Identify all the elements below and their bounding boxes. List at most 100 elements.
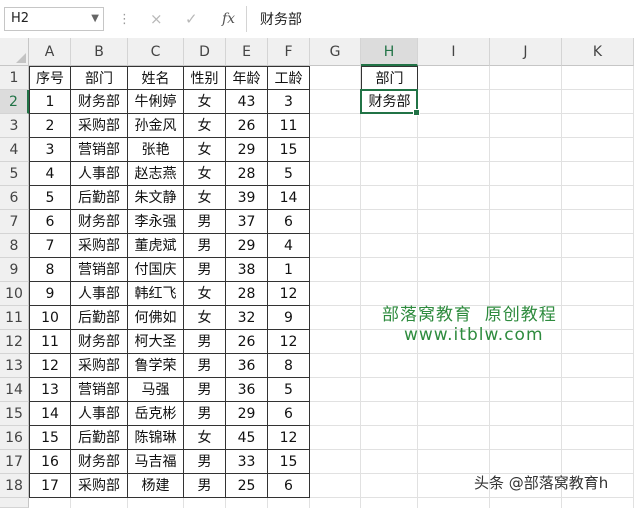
row-header-15[interactable]: 15 (0, 402, 29, 426)
table-cell[interactable]: 营销部 (71, 258, 128, 282)
table-cell[interactable]: 董虎斌 (128, 234, 184, 258)
column-header-f[interactable]: F (268, 38, 310, 66)
name-box[interactable]: H2 ▼ (4, 7, 104, 31)
table-cell[interactable]: 15 (268, 138, 310, 162)
table-header-cell[interactable]: 姓名 (128, 66, 184, 90)
table-cell[interactable]: 11 (268, 114, 310, 138)
table-cell[interactable]: 7 (29, 234, 71, 258)
table-cell[interactable]: 11 (29, 330, 71, 354)
table-cell[interactable]: 12 (268, 426, 310, 450)
table-cell[interactable]: 女 (184, 282, 226, 306)
table-cell[interactable]: 鲁学荣 (128, 354, 184, 378)
criteria-header-cell[interactable]: 部门 (361, 66, 418, 90)
table-cell[interactable]: 9 (268, 306, 310, 330)
table-cell[interactable]: 采购部 (71, 354, 128, 378)
table-cell[interactable]: 何佛如 (128, 306, 184, 330)
table-cell[interactable]: 后勤部 (71, 426, 128, 450)
table-cell[interactable]: 营销部 (71, 378, 128, 402)
table-cell[interactable]: 马吉福 (128, 450, 184, 474)
table-cell[interactable]: 12 (29, 354, 71, 378)
row-header-18[interactable]: 18 (0, 474, 29, 498)
table-cell[interactable]: 人事部 (71, 162, 128, 186)
table-cell[interactable]: 36 (226, 378, 268, 402)
table-cell[interactable]: 采购部 (71, 474, 128, 498)
row-header-14[interactable]: 14 (0, 378, 29, 402)
table-cell[interactable]: 13 (29, 378, 71, 402)
table-cell[interactable]: 28 (226, 282, 268, 306)
table-cell[interactable]: 采购部 (71, 114, 128, 138)
table-cell[interactable]: 8 (29, 258, 71, 282)
row-header-2[interactable]: 2 (0, 90, 29, 114)
row-header-3[interactable]: 3 (0, 114, 29, 138)
table-cell[interactable]: 女 (184, 114, 226, 138)
table-cell[interactable]: 牛俐婷 (128, 90, 184, 114)
column-header-d[interactable]: D (184, 38, 226, 66)
table-cell[interactable]: 15 (268, 450, 310, 474)
enter-icon[interactable]: ✓ (185, 10, 198, 28)
table-cell[interactable]: 女 (184, 162, 226, 186)
table-cell[interactable]: 12 (268, 282, 310, 306)
table-cell[interactable]: 陈锦琳 (128, 426, 184, 450)
row-header-13[interactable]: 13 (0, 354, 29, 378)
table-cell[interactable]: 男 (184, 330, 226, 354)
column-header-j[interactable]: J (490, 38, 562, 66)
table-cell[interactable]: 33 (226, 450, 268, 474)
table-cell[interactable]: 人事部 (71, 402, 128, 426)
table-cell[interactable]: 9 (29, 282, 71, 306)
table-cell[interactable]: 4 (29, 162, 71, 186)
row-header-6[interactable]: 6 (0, 186, 29, 210)
table-cell[interactable]: 1 (268, 258, 310, 282)
table-cell[interactable]: 3 (268, 90, 310, 114)
fill-handle[interactable] (413, 109, 420, 116)
table-cell[interactable]: 14 (29, 402, 71, 426)
column-header-h[interactable]: H (361, 38, 418, 66)
table-cell[interactable]: 韩红飞 (128, 282, 184, 306)
select-all-corner[interactable] (0, 38, 29, 66)
table-cell[interactable]: 柯大圣 (128, 330, 184, 354)
row-header-5[interactable]: 5 (0, 162, 29, 186)
table-cell[interactable]: 后勤部 (71, 186, 128, 210)
table-cell[interactable]: 39 (226, 186, 268, 210)
table-cell[interactable]: 5 (268, 162, 310, 186)
table-cell[interactable]: 岳克彬 (128, 402, 184, 426)
row-header-9[interactable]: 9 (0, 258, 29, 282)
table-cell[interactable]: 16 (29, 450, 71, 474)
table-cell[interactable]: 采购部 (71, 234, 128, 258)
table-cell[interactable]: 10 (29, 306, 71, 330)
column-header-b[interactable]: B (71, 38, 128, 66)
cancel-icon[interactable]: × (150, 10, 163, 28)
formula-input[interactable]: 财务部 (260, 9, 302, 29)
table-cell[interactable]: 6 (268, 210, 310, 234)
table-cell[interactable]: 女 (184, 138, 226, 162)
table-cell[interactable]: 张艳 (128, 138, 184, 162)
table-cell[interactable]: 2 (29, 114, 71, 138)
table-cell[interactable]: 女 (184, 186, 226, 210)
table-header-cell[interactable]: 工龄 (268, 66, 310, 90)
table-cell[interactable]: 4 (268, 234, 310, 258)
table-cell[interactable]: 女 (184, 426, 226, 450)
table-cell[interactable]: 29 (226, 138, 268, 162)
table-cell[interactable]: 人事部 (71, 282, 128, 306)
table-cell[interactable]: 29 (226, 402, 268, 426)
table-cell[interactable]: 36 (226, 354, 268, 378)
table-cell[interactable]: 1 (29, 90, 71, 114)
table-cell[interactable]: 45 (226, 426, 268, 450)
table-cell[interactable]: 李永强 (128, 210, 184, 234)
table-header-cell[interactable]: 部门 (71, 66, 128, 90)
row-header-10[interactable]: 10 (0, 282, 29, 306)
table-cell[interactable]: 男 (184, 210, 226, 234)
table-cell[interactable]: 25 (226, 474, 268, 498)
row-header-4[interactable]: 4 (0, 138, 29, 162)
table-cell[interactable]: 26 (226, 114, 268, 138)
table-cell[interactable]: 男 (184, 378, 226, 402)
row-header-partial[interactable] (0, 498, 29, 508)
table-cell[interactable]: 营销部 (71, 138, 128, 162)
table-cell[interactable]: 14 (268, 186, 310, 210)
table-cell[interactable]: 后勤部 (71, 306, 128, 330)
insert-function-icon[interactable]: fx (222, 11, 235, 27)
table-cell[interactable]: 8 (268, 354, 310, 378)
table-cell[interactable]: 12 (268, 330, 310, 354)
table-cell[interactable]: 男 (184, 234, 226, 258)
column-header-a[interactable]: A (29, 38, 71, 66)
table-cell[interactable]: 38 (226, 258, 268, 282)
